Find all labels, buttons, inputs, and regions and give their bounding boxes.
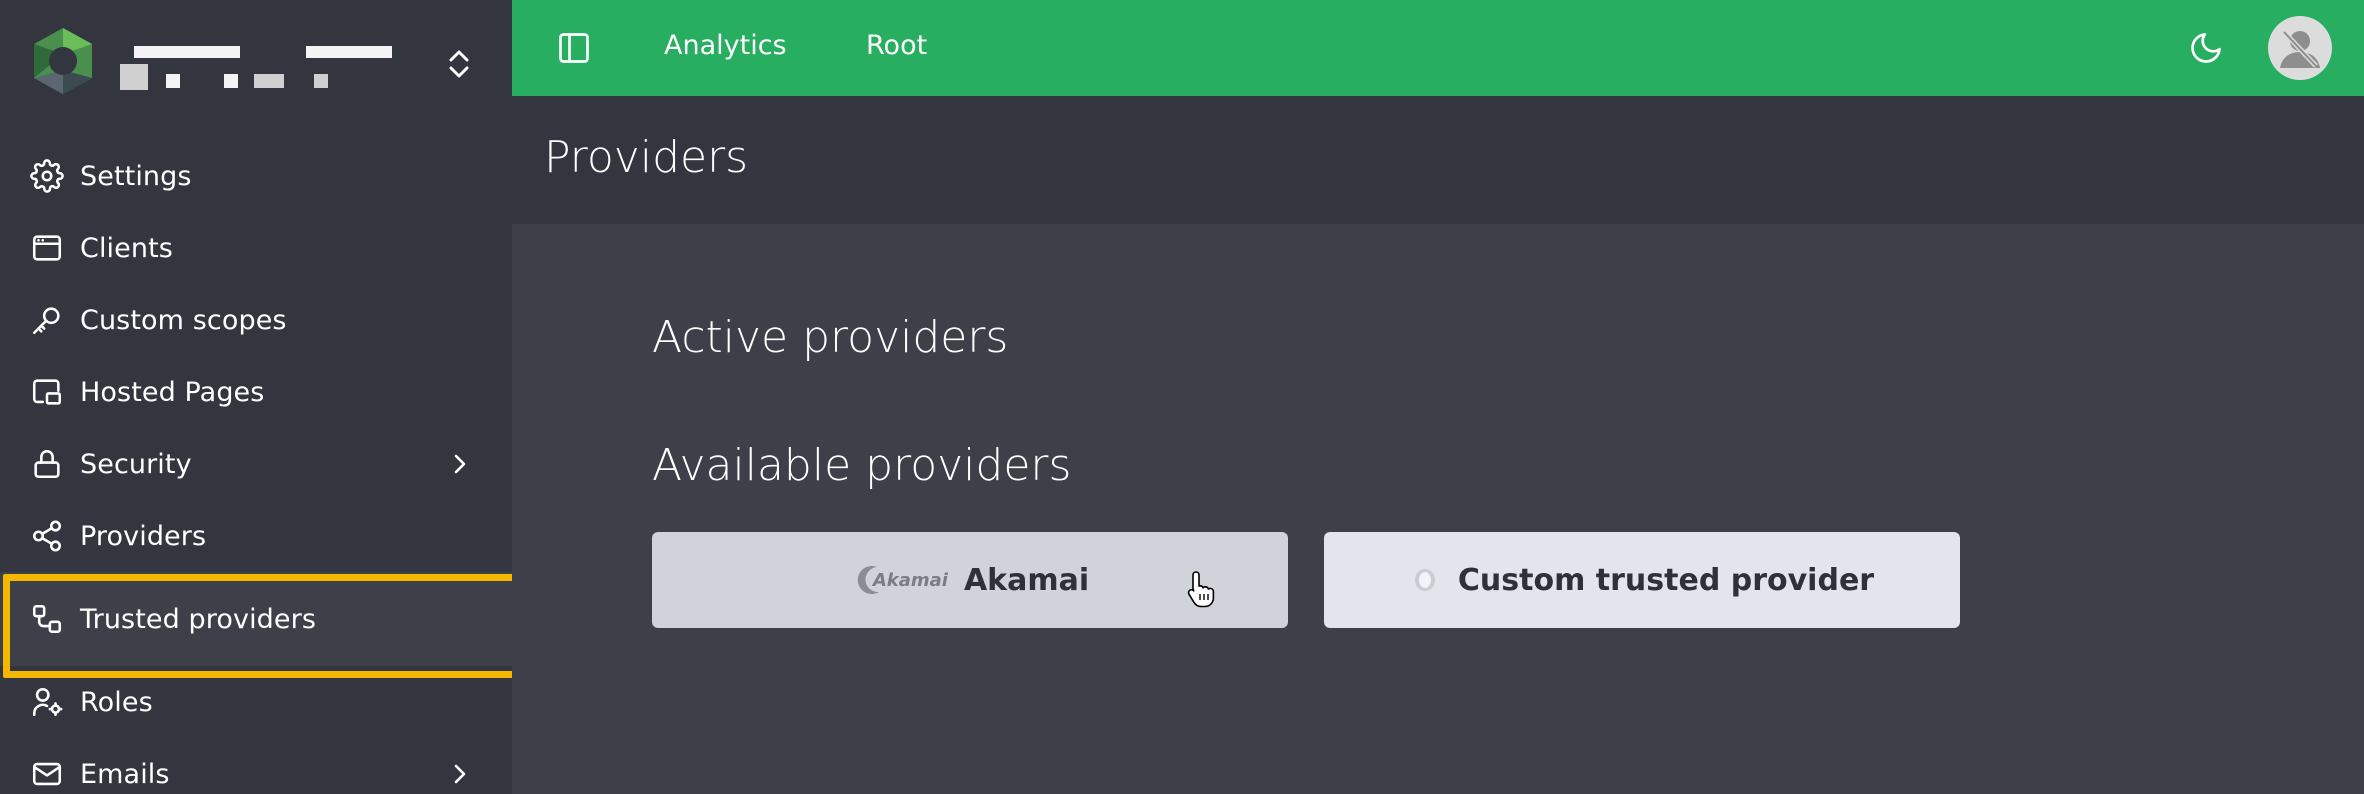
sidebar-item-providers[interactable]: Providers: [0, 500, 512, 572]
main-content: Active providers Available providers Aka…: [512, 224, 2364, 794]
sidebar-item-label: Security: [80, 448, 192, 480]
sidebar-item-trusted-providers[interactable]: Trusted providers: [0, 572, 519, 678]
sidebar-item-label: Trusted providers: [80, 603, 316, 635]
active-providers-heading: Active providers: [652, 312, 1009, 363]
moon-icon[interactable]: [2188, 30, 2224, 66]
custom-trusted-provider-button[interactable]: Custom trusted provider: [1324, 532, 1960, 628]
provider-shield-icon: [1414, 569, 1435, 591]
app-root: Settings Clients Custom scopes Hosted Pa…: [0, 0, 2364, 794]
sidebar: Settings Clients Custom scopes Hosted Pa…: [0, 0, 519, 794]
key-icon: [30, 303, 64, 337]
redacted-tenant-subtitle: [254, 74, 284, 88]
sidebar-item-security[interactable]: Security: [0, 428, 512, 500]
sidebar-item-clients[interactable]: Clients: [0, 212, 512, 284]
sidebar-item-label: Custom scopes: [80, 304, 287, 336]
envelope-icon: [30, 757, 64, 791]
sidebar-item-label: Roles: [80, 686, 153, 718]
sidebar-item-label: Hosted Pages: [80, 376, 265, 408]
sidebar-toggle-icon[interactable]: [556, 30, 592, 66]
nav-link-analytics[interactable]: Analytics: [664, 30, 787, 61]
tenant-logo-icon: [34, 28, 92, 94]
trusted-providers-icon: [30, 602, 64, 636]
user-gear-icon: [30, 685, 64, 719]
sidebar-item-label: Providers: [80, 520, 207, 552]
sidebar-item-roles[interactable]: Roles: [0, 666, 512, 738]
chevron-right-icon: [454, 454, 466, 474]
redacted-tenant-subtitle: [120, 64, 148, 90]
redacted-tenant-name: [134, 46, 240, 58]
redacted-tenant-subtitle: [224, 74, 238, 88]
browser-window-icon: [30, 231, 64, 265]
provider-label: Custom trusted provider: [1457, 562, 1875, 598]
user-hidden-icon: [2280, 30, 2320, 68]
sidebar-item-label: Settings: [80, 160, 192, 192]
lock-icon: [30, 447, 64, 481]
chevron-right-icon: [454, 764, 466, 784]
sidebar-nav: Settings Clients Custom scopes Hosted Pa…: [0, 140, 519, 794]
sidebar-item-emails[interactable]: Emails: [0, 738, 512, 794]
akamai-provider-button[interactable]: Akamai Akamai: [652, 532, 1288, 628]
gear-icon: [30, 159, 64, 193]
redacted-tenant-name: [306, 46, 392, 58]
akamai-logo: Akamai: [851, 563, 948, 597]
akamai-wordmark: Akamai: [872, 569, 948, 591]
sidebar-item-hosted-pages[interactable]: Hosted Pages: [0, 356, 512, 428]
sidebar-item-label: Clients: [80, 232, 173, 264]
tenant-switcher[interactable]: [0, 0, 512, 130]
chevron-up-down-icon[interactable]: [446, 46, 472, 82]
redacted-tenant-subtitle: [166, 74, 180, 88]
avatar[interactable]: [2268, 16, 2332, 80]
page-header: Providers: [512, 96, 2364, 224]
redacted-tenant-subtitle: [314, 74, 328, 88]
sidebar-item-custom-scopes[interactable]: Custom scopes: [0, 284, 512, 356]
page-title: Providers: [544, 132, 749, 183]
nav-link-root[interactable]: Root: [866, 30, 927, 61]
top-bar: Analytics Root: [512, 0, 2364, 96]
hosted-pages-icon: [30, 375, 64, 409]
sidebar-item-settings[interactable]: Settings: [0, 140, 512, 212]
available-providers-heading: Available providers: [652, 440, 1072, 491]
sidebar-item-label: Emails: [80, 758, 170, 790]
provider-label: Akamai: [963, 562, 1090, 598]
share-nodes-icon: [30, 519, 64, 553]
